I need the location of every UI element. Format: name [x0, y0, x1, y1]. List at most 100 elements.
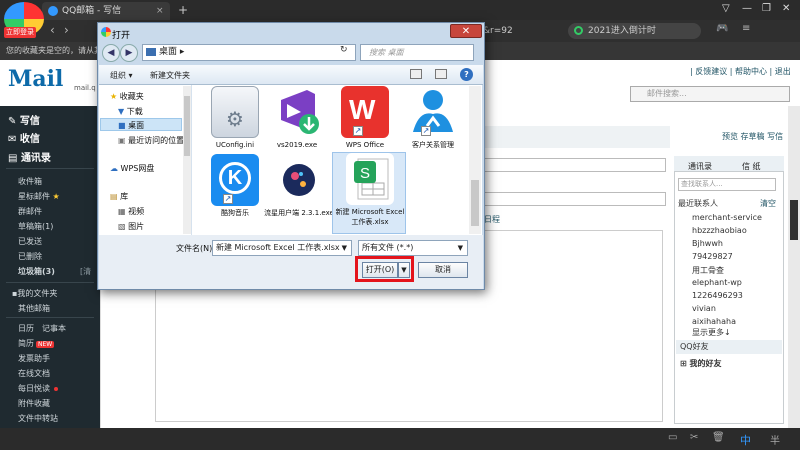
status-tool-icon[interactable]: ▭ [668, 432, 677, 443]
dialog-address-bar[interactable]: 桌面 ▸ [142, 44, 356, 61]
subject-field[interactable] [480, 192, 666, 206]
resume-link[interactable]: 简历 NEW [18, 338, 55, 349]
forward-icon[interactable]: › [64, 23, 69, 37]
nav-favorites[interactable]: ★ 收藏夹 [110, 91, 144, 102]
nav-pictures[interactable]: ▧ 图片 [118, 221, 144, 232]
browser-tab[interactable]: QQ邮箱 - 写信 × [42, 2, 170, 20]
contact-item[interactable]: Bjhwwh [692, 239, 723, 248]
contact-item[interactable]: 用工骨查 [692, 265, 724, 276]
menu-icon[interactable]: ≡ [742, 23, 750, 34]
ime-width-icon[interactable]: 半 [770, 432, 780, 447]
my-friends-group[interactable]: ⊞ 我的好友 [680, 358, 722, 369]
clear-spam-link[interactable]: [清 [80, 266, 91, 277]
header-links[interactable]: | 反馈建议 | 帮助中心 | 退出 [690, 66, 791, 77]
cancel-button[interactable]: 取消 [418, 262, 468, 278]
status-delete-icon[interactable]: 🗑 [712, 432, 725, 443]
mail-logo[interactable]: Mail [8, 66, 63, 92]
file-item[interactable]: K ↗ 酷狗音乐 [198, 154, 272, 234]
online-docs-link[interactable]: 在线文档 [18, 368, 50, 379]
url-fragment[interactable]: &r=92 [483, 26, 513, 36]
clear-recent-link[interactable]: 清空 [760, 198, 776, 209]
contact-item[interactable]: 1226496293 [692, 291, 743, 300]
ime-icon[interactable]: 中 [740, 432, 751, 448]
dialog-search-input[interactable]: 搜索 桌面 [360, 44, 474, 61]
contact-item[interactable]: 79429827 [692, 252, 733, 261]
filename-input[interactable]: 新建 Microsoft Excel 工作表.xlsx ▼ [212, 240, 352, 256]
organize-button[interactable]: 组织 ▾ [110, 70, 133, 81]
notes-link[interactable]: 记事本 [42, 323, 66, 334]
mail-search-input[interactable]: 邮件搜索... [630, 86, 790, 102]
nav-recent-places[interactable]: ▣ 最近访问的位置 [118, 135, 184, 146]
status-screenshot-icon[interactable]: ✂ [690, 432, 698, 443]
sidebar-divider [6, 317, 94, 318]
contact-search-input[interactable]: 查找联系人... [678, 178, 776, 191]
sidebar-item-starred[interactable]: 星标邮件 ★ [18, 191, 60, 202]
write-mail-link[interactable]: ✎ 写信 [8, 112, 40, 127]
page-scrollbar-thumb[interactable] [790, 200, 798, 240]
close-tab-icon[interactable]: × [156, 2, 164, 20]
forward-icon[interactable]: ▶ [120, 44, 138, 62]
attachments-link[interactable]: 附件收藏 [18, 398, 50, 409]
recipient-field[interactable] [480, 158, 666, 172]
preview-pane-icon[interactable] [435, 69, 447, 79]
daily-read-link[interactable]: 每日悦读 [18, 383, 58, 394]
tab-stationery[interactable]: 信 纸 [742, 161, 761, 172]
show-more-link[interactable]: 显示更多↓ [692, 327, 731, 338]
open-button[interactable]: 打开(O) [362, 262, 398, 278]
sidebar-item-group[interactable]: 群邮件 [18, 206, 42, 217]
refresh-icon[interactable]: ↻ [340, 45, 348, 55]
filetype-select[interactable]: 所有文件 (*.*) ▼ [358, 240, 468, 256]
file-item[interactable]: W ↗ WPS Office [328, 86, 402, 154]
tab-contacts[interactable]: 通讯录 [688, 161, 712, 172]
chevron-down-icon[interactable]: ▼ [342, 241, 347, 255]
contact-item[interactable]: vivian [692, 304, 716, 313]
page-scrollbar[interactable] [788, 106, 800, 428]
maximize-icon[interactable]: ❐ [762, 3, 771, 14]
my-folders-link[interactable]: ▪我的文件夹 [12, 288, 57, 299]
file-item[interactable]: vs2019.exe [260, 86, 334, 154]
nav-scrollbar-thumb[interactable] [184, 96, 190, 156]
schedule-link[interactable]: 日程 [484, 214, 500, 225]
help-icon[interactable]: ? [460, 68, 473, 81]
login-badge[interactable]: 立即登录 [4, 27, 36, 38]
calendar-link[interactable]: 日历 [18, 323, 34, 334]
minimize-icon[interactable]: — [742, 3, 752, 14]
browser-search-box[interactable]: 2021进入倒计时 [568, 23, 701, 39]
other-mail-link[interactable]: 其他邮箱 [18, 303, 50, 314]
contact-item[interactable]: hbzzzhaobiao [692, 226, 747, 235]
back-icon[interactable]: ◀ [102, 44, 120, 62]
open-dropdown-icon[interactable]: ▼ [398, 262, 410, 278]
contact-item[interactable]: aixihahaha [692, 317, 736, 326]
file-transfer-link[interactable]: 文件中转站 [18, 413, 58, 424]
dialog-close-button[interactable]: ✕ [450, 24, 482, 38]
nav-downloads[interactable]: ▼ 下载 [118, 106, 143, 117]
file-item[interactable]: 流星用户端 2.3.1.exe [262, 154, 336, 234]
nav-videos[interactable]: ▦ 视频 [118, 206, 144, 217]
sidebar-item-inbox[interactable]: 收件箱 [18, 176, 42, 187]
file-item[interactable]: ↗ 客户关系管理 [396, 86, 470, 154]
view-options-icon[interactable] [410, 69, 422, 79]
sidebar-item-deleted[interactable]: 已删除 [18, 251, 42, 262]
compose-actions[interactable]: 预览 存草稿 写信 [722, 131, 783, 142]
sidebar-item-spam[interactable]: 垃圾箱(3) [18, 266, 55, 277]
nav-library[interactable]: ▤ 库 [110, 191, 128, 202]
qq-friends-header[interactable]: QQ好友 [676, 340, 782, 354]
sidebar-item-drafts[interactable]: 草稿箱(1) [18, 221, 53, 232]
contact-item[interactable]: elephant-wp [692, 278, 742, 287]
close-window-icon[interactable]: ✕ [782, 3, 790, 14]
file-item-selected[interactable]: S 新建 Microsoft Excel 工作表.xlsx [332, 152, 406, 234]
chevron-down-icon[interactable]: ▼ [458, 241, 463, 255]
nav-wps-drive[interactable]: ☁ WPS网盘 [110, 163, 154, 174]
inbox-link[interactable]: ✉ 收信 [8, 130, 40, 145]
downloads-icon[interactable]: ▽ [722, 3, 730, 14]
new-folder-button[interactable]: 新建文件夹 [150, 70, 190, 81]
sidebar-item-sent[interactable]: 已发送 [18, 236, 42, 247]
contact-item[interactable]: merchant-service [692, 213, 762, 222]
new-tab-icon[interactable]: + [178, 3, 188, 17]
contacts-link[interactable]: ▤ 通讯录 [8, 149, 51, 164]
game-icon[interactable]: 🎮 [716, 23, 728, 34]
back-icon[interactable]: ‹ [50, 23, 55, 37]
nav-desktop[interactable]: ■ 桌面 [118, 120, 144, 131]
file-list-scrollbar-thumb[interactable] [471, 180, 479, 226]
invoice-helper-link[interactable]: 发票助手 [18, 353, 50, 364]
